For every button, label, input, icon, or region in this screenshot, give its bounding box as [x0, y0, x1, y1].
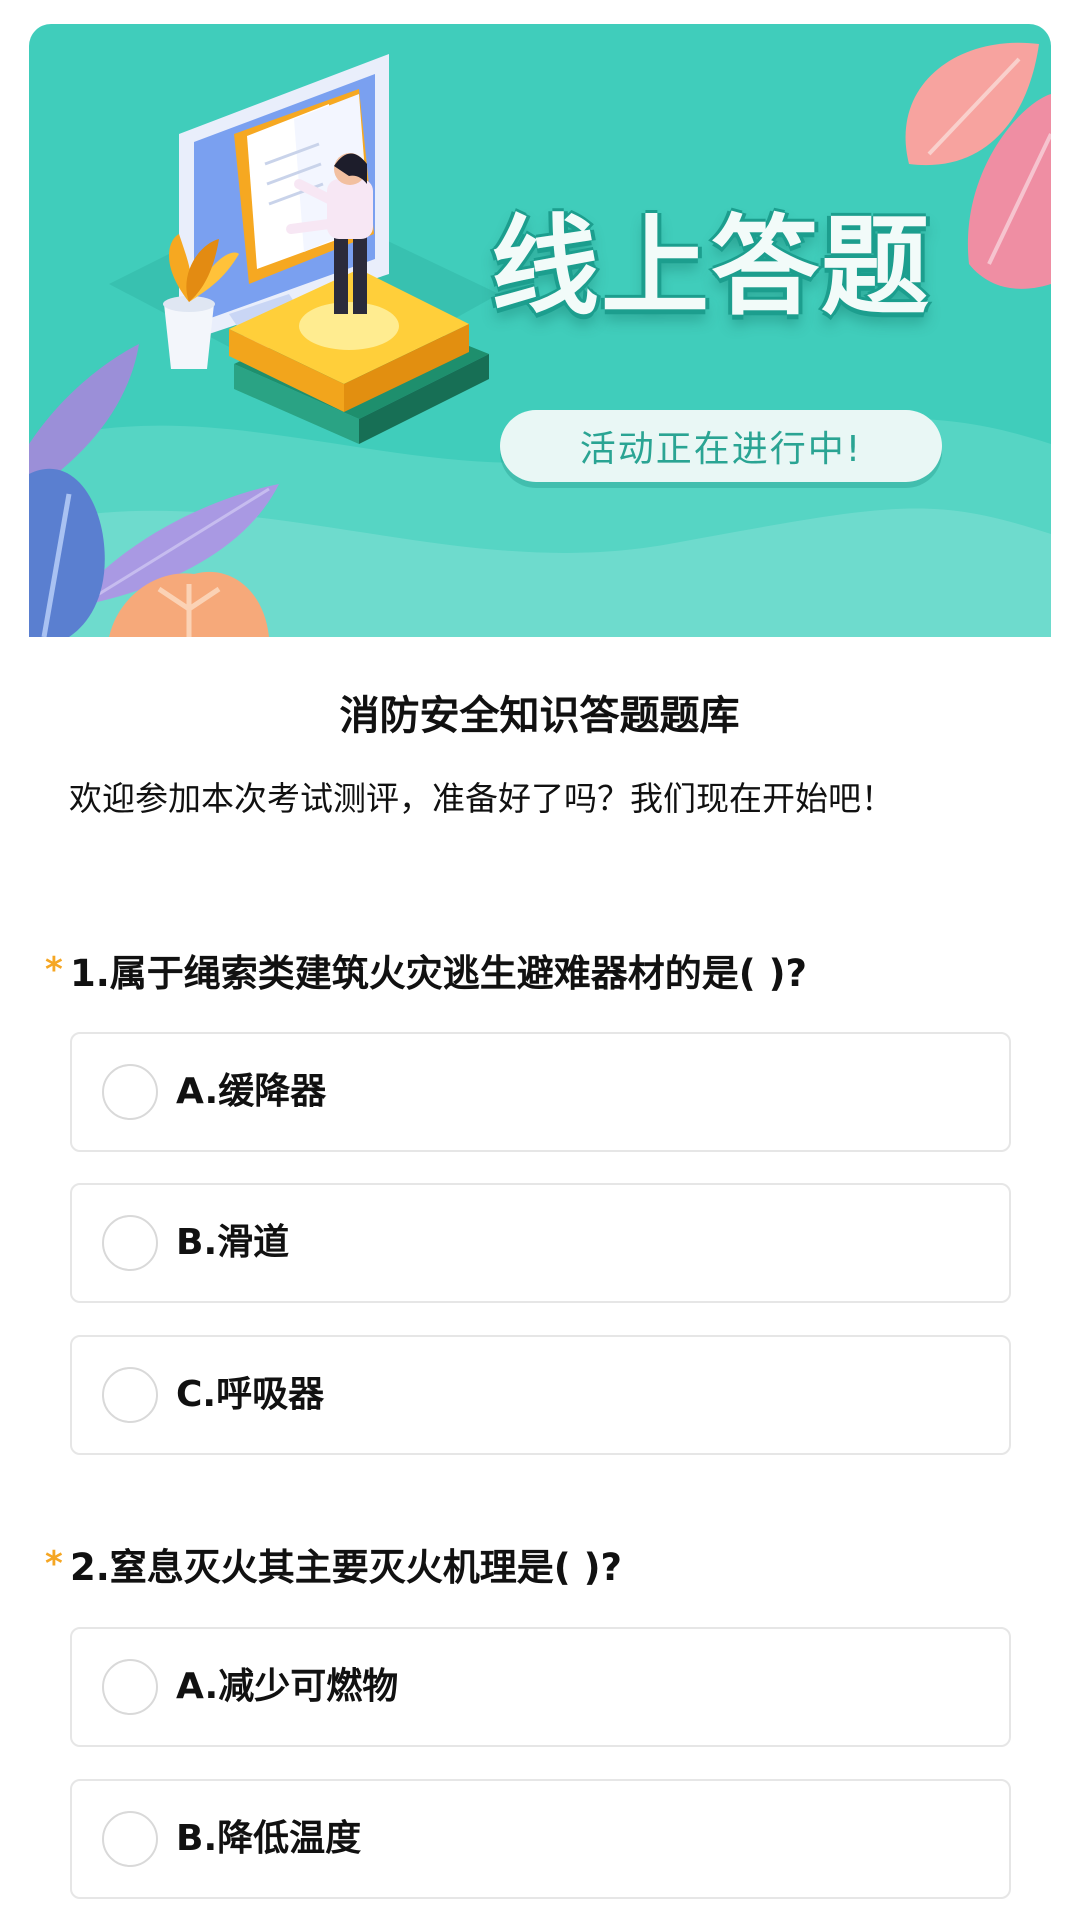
option-1-b[interactable]: B.滑道	[70, 1183, 1011, 1303]
banner-illustration	[29, 42, 1051, 637]
radio-circle-icon[interactable]	[102, 1215, 158, 1271]
banner-image: 线上答题 活动正在进行中!	[29, 24, 1051, 637]
question-1: * 1.属于绳索类建筑火灾逃生避难器材的是( )?	[45, 947, 1035, 1001]
question-text: 2.窒息灭火其主要灭火机理是( )?	[70, 1546, 622, 1589]
question-title: * 2.窒息灭火其主要灭火机理是( )?	[45, 1541, 1035, 1595]
option-label: A.减少可燃物	[176, 1666, 399, 1707]
option-label: C.呼吸器	[176, 1374, 325, 1415]
radio-circle-icon[interactable]	[102, 1367, 158, 1423]
intro-text: 欢迎参加本次考试测评，准备好了吗？我们现在开始吧！	[69, 779, 894, 818]
question-title: * 1.属于绳索类建筑火灾逃生避难器材的是( )?	[45, 947, 1035, 1001]
question-2: * 2.窒息灭火其主要灭火机理是( )?	[45, 1541, 1035, 1595]
option-label: B.降低温度	[176, 1818, 362, 1859]
status-badge: 活动正在进行中!	[500, 410, 942, 482]
required-mark: *	[45, 1544, 63, 1584]
radio-circle-icon[interactable]	[102, 1064, 158, 1120]
option-2-b[interactable]: B.降低温度	[70, 1779, 1011, 1899]
option-1-a[interactable]: A.缓降器	[70, 1032, 1011, 1152]
banner-title: 线上答题	[491, 205, 932, 330]
option-1-c[interactable]: C.呼吸器	[70, 1335, 1011, 1455]
option-label: A.缓降器	[176, 1071, 327, 1112]
radio-circle-icon[interactable]	[102, 1659, 158, 1715]
option-2-a[interactable]: A.减少可燃物	[70, 1627, 1011, 1747]
radio-circle-icon[interactable]	[102, 1811, 158, 1867]
page-title: 消防安全知识答题题库	[339, 693, 740, 739]
required-mark: *	[45, 950, 63, 990]
option-label: B.滑道	[176, 1222, 290, 1263]
question-text: 1.属于绳索类建筑火灾逃生避难器材的是( )?	[70, 952, 807, 995]
